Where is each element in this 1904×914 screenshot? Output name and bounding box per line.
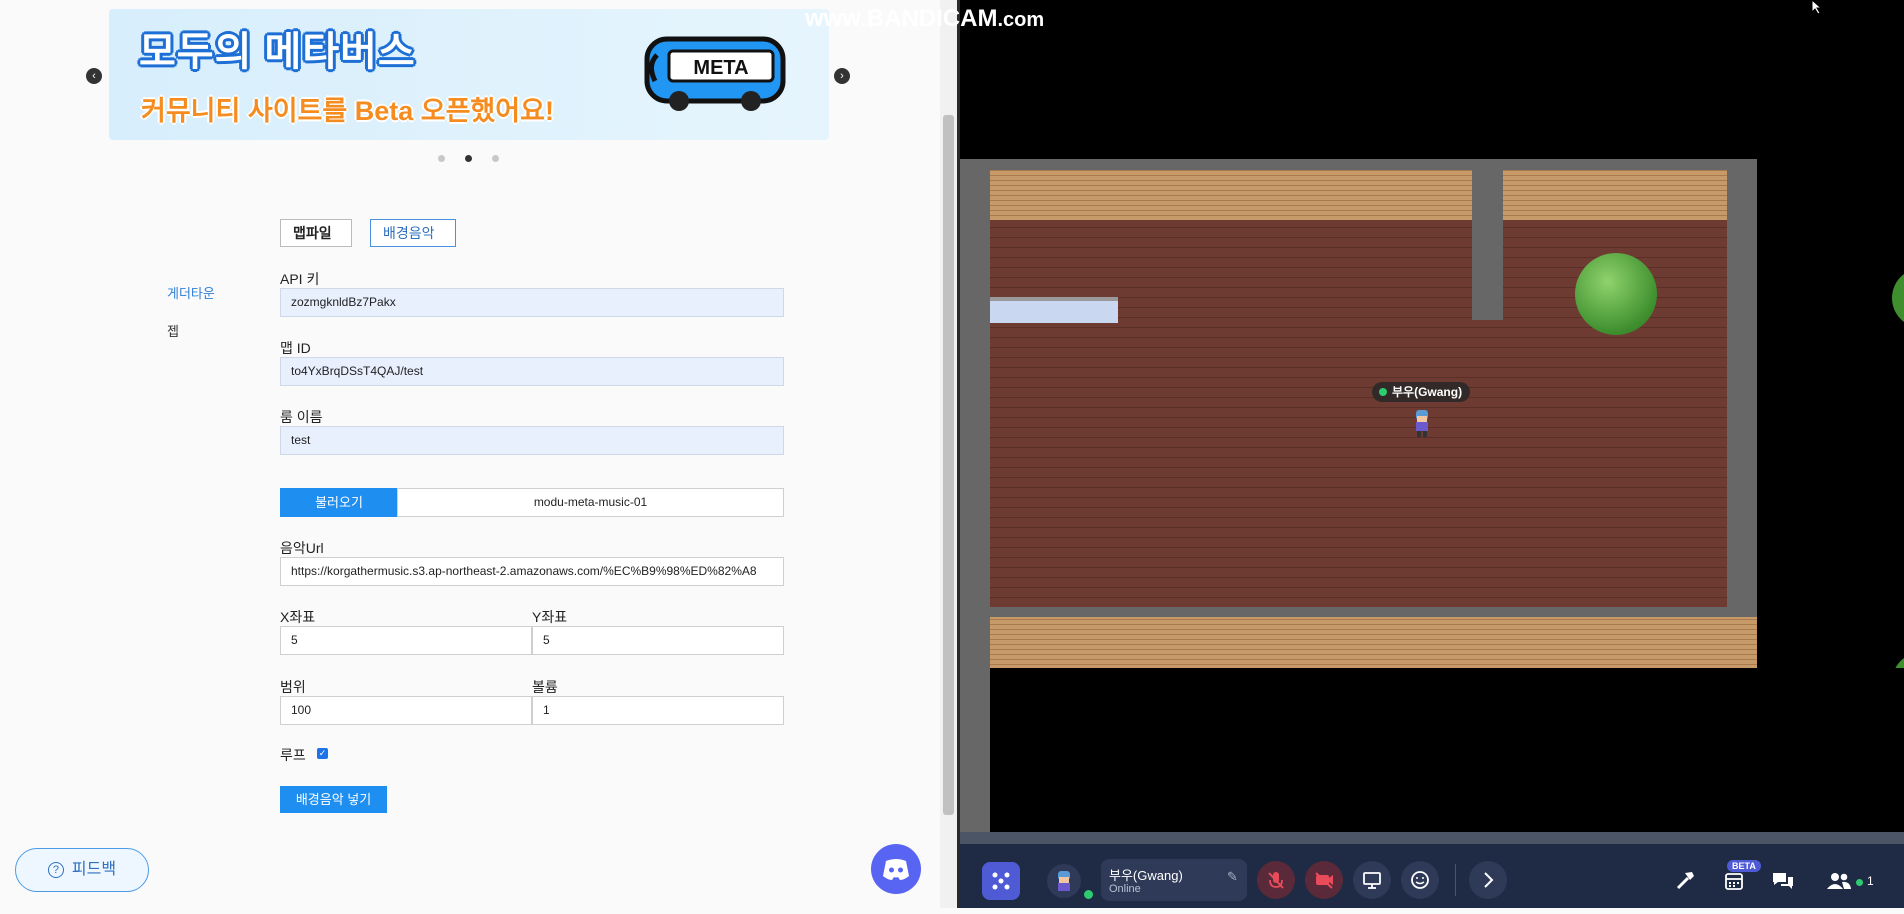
room-name-input[interactable]: test: [280, 426, 784, 455]
tab-map-file[interactable]: 맵파일: [280, 219, 352, 247]
chevron-right-icon: [1484, 872, 1494, 888]
avatar-icon: [1058, 871, 1070, 891]
feedback-button[interactable]: ? 피드백: [15, 848, 149, 892]
load-button[interactable]: 불러오기: [280, 488, 398, 517]
carousel-dot[interactable]: [492, 155, 499, 162]
online-dot: [1379, 388, 1387, 396]
music-select[interactable]: modu-meta-music-01: [397, 488, 784, 517]
api-key-input[interactable]: zozmgknldBz7Pakx: [280, 288, 784, 317]
wall-pillar: [1472, 170, 1503, 320]
hud-avatar[interactable]: [1047, 864, 1081, 898]
sidebar-item-zep[interactable]: 젭: [167, 321, 179, 340]
map-left-edge: [960, 669, 990, 832]
hammer-icon[interactable]: [1674, 868, 1698, 892]
question-icon: ?: [47, 861, 64, 878]
volume-label: 볼륨: [532, 679, 558, 695]
participants-icon[interactable]: [1826, 871, 1852, 891]
x-coord-label: X좌표: [280, 609, 316, 625]
mic-off-button[interactable]: [1257, 861, 1295, 899]
discord-button[interactable]: [871, 844, 921, 894]
beta-badge: BETA: [1727, 860, 1761, 872]
brick-wall-bottom: [990, 617, 1757, 669]
carousel-prev-button[interactable]: ‹: [86, 68, 102, 84]
chat-icon[interactable]: [1771, 870, 1795, 892]
bus-label: META: [693, 57, 748, 79]
banner-title: 모두의 메타버스: [139, 30, 416, 74]
y-coord-input[interactable]: 5: [532, 626, 784, 655]
bandicam-watermark: www.BANDICAM.com: [805, 5, 1044, 33]
carousel-banner[interactable]: 모두의 메타버스 커뮤니티 사이트를 Beta 오픈했어요! META: [109, 9, 829, 140]
volume-input[interactable]: 1: [532, 696, 784, 725]
camera-off-icon: [1315, 872, 1333, 889]
y-coord-label: Y좌표: [532, 609, 568, 625]
wall-window: [990, 297, 1118, 323]
api-key-label: API 키: [280, 271, 320, 287]
screen-share-button[interactable]: [1353, 861, 1391, 899]
carousel-next-button[interactable]: ›: [834, 68, 850, 84]
emoji-button[interactable]: [1401, 861, 1439, 899]
music-url-label: 음악Url: [280, 540, 324, 556]
player-name: 부우(Gwang): [1392, 385, 1463, 399]
map-id-label: 맵 ID: [280, 340, 311, 356]
watermark-main: www.BANDICAM: [805, 5, 998, 32]
expand-button[interactable]: [1469, 861, 1507, 899]
loop-checkbox[interactable]: ✓: [317, 748, 328, 759]
brick-wall-top-right: [1503, 170, 1727, 220]
user-status-box[interactable]: 부우(Gwang) Online ✎: [1101, 859, 1247, 901]
monitor-icon: [1363, 872, 1381, 889]
music-url-input[interactable]: https://korgathermusic.s3.ap-northeast-2…: [280, 557, 784, 586]
player-avatar[interactable]: [1412, 408, 1432, 438]
player-nametag: 부우(Gwang): [1372, 382, 1471, 402]
loop-label: 루프: [280, 747, 306, 763]
cursor-icon: [1811, 0, 1823, 14]
hud-user-name: 부우(Gwang): [1109, 868, 1183, 883]
tab-background-music[interactable]: 배경음악: [370, 219, 456, 247]
x-coord-input[interactable]: 5: [280, 626, 532, 655]
bus-icon: META: [644, 36, 786, 111]
apps-icon: [992, 872, 1010, 890]
calendar-icon[interactable]: [1723, 870, 1745, 892]
map-void: [990, 668, 1904, 833]
participants-online-dot: [1856, 879, 1863, 886]
scrollbar-thumb[interactable]: [943, 115, 954, 815]
watermark-suffix: .com: [997, 9, 1045, 31]
hud-strip: [960, 832, 1904, 844]
add-music-button[interactable]: 배경음악 넣기: [280, 786, 387, 813]
online-status-dot: [1084, 890, 1093, 899]
smile-icon: [1411, 871, 1429, 889]
discord-icon: [883, 859, 909, 880]
tree-icon: [1575, 253, 1657, 335]
banner-subtitle: 커뮤니티 사이트를 Beta 오픈했어요!: [141, 96, 554, 126]
room-name-label: 룸 이름: [280, 409, 323, 425]
camera-off-button[interactable]: [1305, 861, 1343, 899]
hud-separator: [1455, 864, 1456, 896]
admin-panel: 모두의 메타버스 커뮤니티 사이트를 Beta 오픈했어요! META ‹ › …: [0, 0, 957, 908]
hud-user-status: Online: [1109, 883, 1141, 895]
mic-off-icon: [1268, 872, 1284, 889]
participant-count: 1: [1867, 874, 1874, 888]
brick-wall-top-left: [990, 170, 1472, 220]
carousel-dot[interactable]: [438, 155, 445, 162]
feedback-label: 피드백: [71, 861, 117, 878]
carousel-dot-active[interactable]: [465, 155, 472, 162]
range-label: 범위: [280, 679, 306, 695]
grid-menu-button[interactable]: [982, 862, 1020, 900]
sidebar-item-gathertown[interactable]: 게더타운: [167, 283, 215, 302]
edit-icon[interactable]: ✎: [1227, 869, 1238, 885]
map-id-input[interactable]: to4YxBrqDSsT4QAJ/test: [280, 357, 784, 386]
range-input[interactable]: 100: [280, 696, 532, 725]
